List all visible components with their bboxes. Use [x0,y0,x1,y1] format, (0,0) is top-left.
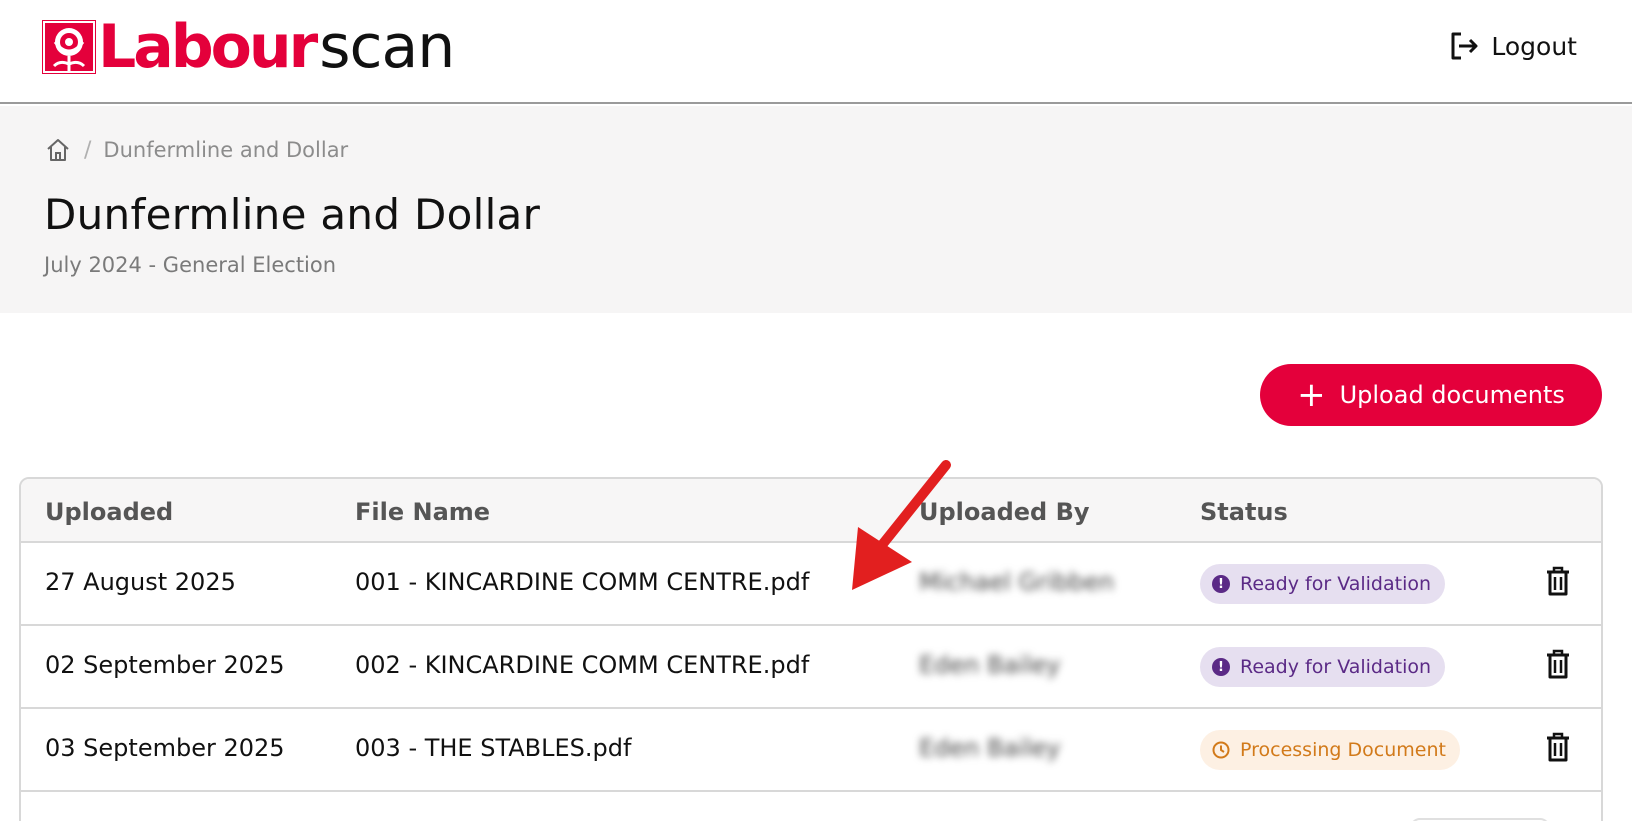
breadcrumb-current: Dunfermline and Dollar [103,138,349,162]
clock-icon [1212,741,1230,759]
logo-wordmark-secondary: scan [319,12,455,82]
table-row[interactable]: 27 August 2025 001 - KINCARDINE COMM CEN… [21,543,1601,626]
trash-icon[interactable] [1543,565,1573,597]
breadcrumb: / Dunfermline and Dollar [44,135,348,165]
column-header-file-name[interactable]: File Name [355,498,490,526]
column-header-uploaded-by[interactable]: Uploaded By [919,498,1090,526]
logout-button[interactable]: Logout [1447,24,1577,68]
trash-icon[interactable] [1543,731,1573,763]
file-name-link[interactable]: 002 - KINCARDINE COMM CENTRE.pdf [355,651,809,679]
uploaded-by: Eden Bailey [919,651,1061,679]
logo-wordmark-primary: Labour [98,12,318,82]
page-title: Dunfermline and Dollar [44,190,541,239]
top-navigation-bar: Labour scan Logout [0,0,1632,104]
column-header-status[interactable]: Status [1200,498,1288,526]
upload-documents-label: Upload documents [1339,381,1565,409]
status-badge: ! Ready for Validation [1200,564,1446,604]
page-header: / Dunfermline and Dollar Dunfermline and… [0,106,1632,313]
table-row[interactable]: 02 September 2025 002 - KINCARDINE COMM … [21,626,1601,709]
page-subtitle: July 2024 - General Election [44,253,337,277]
documents-table: Uploaded File Name Uploaded By Status 27… [19,477,1603,821]
status-badge: ! Ready for Validation [1200,647,1446,687]
file-name-link[interactable]: 003 - THE STABLES.pdf [355,734,631,762]
rose-icon [42,20,96,74]
status-label: Processing Document [1240,739,1446,761]
home-icon[interactable] [44,136,72,164]
status-label: Ready for Validation [1240,573,1432,595]
upload-documents-button[interactable]: + Upload documents [1260,364,1602,426]
info-icon: ! [1212,658,1230,676]
file-name-link[interactable]: 001 - KINCARDINE COMM CENTRE.pdf [355,568,809,596]
labourscan-logo[interactable]: Labour scan [42,12,455,82]
trash-icon[interactable] [1543,648,1573,680]
table-row[interactable]: 03 September 2025 003 - THE STABLES.pdf … [21,709,1601,792]
uploaded-date: 03 September 2025 [45,734,285,762]
status-badge: Processing Document [1200,730,1460,770]
breadcrumb-separator: / [84,137,92,163]
uploaded-date: 02 September 2025 [45,651,285,679]
logout-icon [1451,32,1478,60]
status-label: Ready for Validation [1240,656,1432,678]
plus-icon: + [1297,375,1326,415]
logout-label: Logout [1491,31,1577,61]
info-icon: ! [1212,575,1230,593]
uploaded-by: Eden Bailey [919,734,1061,762]
uploaded-date: 27 August 2025 [45,568,236,596]
table-header: Uploaded File Name Uploaded By Status [21,479,1601,543]
uploaded-by: Michael Gribben [919,568,1115,596]
column-header-uploaded[interactable]: Uploaded [45,498,173,526]
